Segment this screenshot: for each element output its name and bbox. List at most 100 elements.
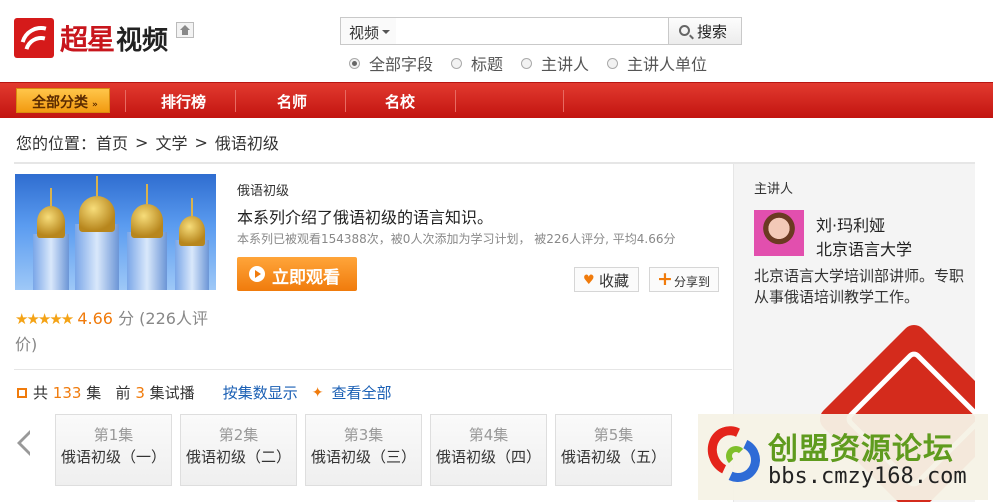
star-icon: ✦ (311, 384, 324, 401)
episode-card[interactable]: 第4集 俄语初级（四） (430, 414, 547, 486)
share-label: 分享到 (674, 275, 711, 289)
caret-down-icon (382, 30, 390, 34)
nav-item-teachers[interactable]: 名师 (277, 91, 307, 112)
breadcrumb-home[interactable]: 首页 (96, 130, 128, 154)
episodes-trial: 3 (135, 383, 145, 402)
episodes-total-prefix: 共 (33, 384, 49, 402)
breadcrumb-current: 俄语初级 (214, 134, 279, 153)
course-rating: ★★★★★ 4.66 分 (226人评价) (15, 306, 220, 357)
episode-number: 第1集 (93, 426, 134, 444)
watermark-title: 创盟资源论坛 (768, 432, 954, 467)
course-thumbnail[interactable] (15, 174, 216, 290)
search-input[interactable] (396, 17, 669, 45)
radio-title[interactable]: 标题 (451, 51, 503, 75)
radio-label: 标题 (471, 55, 504, 74)
site-header: 超星 视频 视频 搜索 全部字段 标题 主讲人 主讲人单位 (0, 0, 993, 82)
favorite-button[interactable]: ♥ 收藏 (574, 267, 639, 292)
logo-video-text: 视频 (116, 25, 169, 56)
search-scope-value: 视频 (349, 24, 380, 42)
heart-icon: ♥ (583, 273, 595, 288)
lecturer-bio: 北京语言大学培训部讲师。专职从事俄语培训教学工作。 (754, 267, 965, 306)
episode-card[interactable]: 第2集 俄语初级（二） (180, 414, 297, 486)
radio-dot-icon (349, 57, 360, 69)
logo-text: 超星 (60, 23, 115, 56)
lecturer-name[interactable]: 刘·玛利娅 (816, 212, 885, 236)
nav-item-schools[interactable]: 名校 (385, 91, 415, 112)
search-scope-select[interactable]: 视频 (340, 17, 397, 45)
episodes-total-suffix: 集 (86, 384, 102, 402)
plus-icon: + (657, 268, 673, 290)
watch-now-button[interactable]: 立即观看 (237, 257, 357, 291)
nav-divider (455, 90, 456, 112)
lecturer-label: 主讲人 (754, 182, 794, 197)
section-divider (14, 369, 732, 370)
breadcrumb-prefix: 您的位置： (16, 134, 97, 153)
previous-arrow-icon[interactable] (17, 430, 31, 456)
radio-label: 主讲人 (541, 55, 590, 74)
episodes-trial-prefix: 前 (115, 384, 131, 402)
chevron-down-icon: » (92, 100, 98, 110)
episode-number: 第4集 (468, 426, 509, 444)
radio-dot-icon (521, 57, 533, 69)
external-link-icon (17, 387, 27, 398)
favorite-label: 收藏 (599, 272, 630, 290)
episode-number: 第2集 (218, 426, 259, 444)
course-subtitle: 俄语初级 (237, 184, 290, 199)
search-icon (679, 25, 690, 36)
radio-dot-icon (607, 57, 619, 69)
search-field-radios: 全部字段 标题 主讲人 主讲人单位 (349, 51, 725, 75)
rating-stars-icon: ★★★★★ (15, 310, 74, 328)
course-description: 本系列介绍了俄语初级的语言知识。 (237, 208, 494, 227)
episode-title: 俄语初级（一） (60, 448, 166, 466)
rating-score: 4.66 (77, 309, 113, 328)
site-logo[interactable]: 超星 视频 (14, 18, 168, 58)
watermark-url: bbs.cmzy168.com (768, 464, 967, 489)
radio-dot-icon (451, 57, 463, 69)
radio-lecturer-org[interactable]: 主讲人单位 (607, 51, 707, 75)
episode-title: 俄语初级（四） (435, 448, 541, 466)
radio-all-fields[interactable]: 全部字段 (349, 51, 433, 75)
episode-number: 第5集 (593, 426, 634, 444)
radio-label: 主讲人单位 (627, 55, 708, 74)
watermark: 创盟资源论坛 bbs.cmzy168.com (698, 414, 988, 500)
main-nav: 全部分类 » 排行榜 名师 名校 (0, 82, 993, 118)
breadcrumb-literature[interactable]: 文学 (155, 130, 187, 154)
episodes-trial-suffix: 集试播 (149, 384, 195, 402)
episodes-total: 133 (52, 383, 82, 402)
breadcrumb-separator: > (135, 132, 149, 152)
lecturer-avatar[interactable] (754, 210, 804, 256)
episode-title: 俄语初级（五） (560, 448, 666, 466)
logo-mark-icon (14, 18, 54, 58)
play-icon (249, 266, 265, 282)
episode-number: 第3集 (343, 426, 384, 444)
nav-divider (345, 90, 346, 112)
rating-unit: 分 (118, 309, 135, 328)
episode-title: 俄语初级（三） (310, 448, 416, 466)
view-all-link[interactable]: 查看全部 (331, 382, 391, 403)
episode-title: 俄语初级（二） (185, 448, 291, 466)
radio-label: 全部字段 (369, 55, 434, 74)
episodes-info: 共 133 集 前 3 集试播 按集数显示 ✦ 查看全部 (17, 382, 391, 403)
all-categories-label: 全部分类 (32, 95, 88, 111)
share-button[interactable]: + 分享到 (649, 267, 719, 292)
episode-card[interactable]: 第3集 俄语初级（三） (305, 414, 422, 486)
search-button-label: 搜索 (697, 23, 728, 41)
breadcrumb-separator: > (194, 132, 208, 152)
course-stats: 本系列已被观看154388次，被0人次添加为学习计划， 被226人评分, 平均4… (237, 232, 676, 246)
nav-divider (235, 90, 236, 112)
episode-card[interactable]: 第1集 俄语初级（一） (55, 414, 172, 486)
show-by-episode-link[interactable]: 按集数显示 (223, 382, 298, 403)
radio-lecturer[interactable]: 主讲人 (521, 51, 589, 75)
search-box: 视频 搜索 (340, 17, 742, 45)
lecturer-organization[interactable]: 北京语言大学 (816, 236, 912, 260)
breadcrumb: 您的位置： 首页 > 文学 > 俄语初级 (16, 130, 279, 154)
nav-divider (563, 90, 564, 112)
watch-now-label: 立即观看 (272, 268, 340, 288)
nav-divider (125, 90, 126, 112)
nav-item-ranking[interactable]: 排行榜 (161, 91, 206, 112)
search-button[interactable]: 搜索 (668, 17, 742, 45)
episode-card[interactable]: 第5集 俄语初级（五） (555, 414, 672, 486)
all-categories-button[interactable]: 全部分类 » (16, 88, 110, 113)
home-icon[interactable] (176, 22, 194, 38)
watermark-logo-icon (700, 419, 767, 489)
